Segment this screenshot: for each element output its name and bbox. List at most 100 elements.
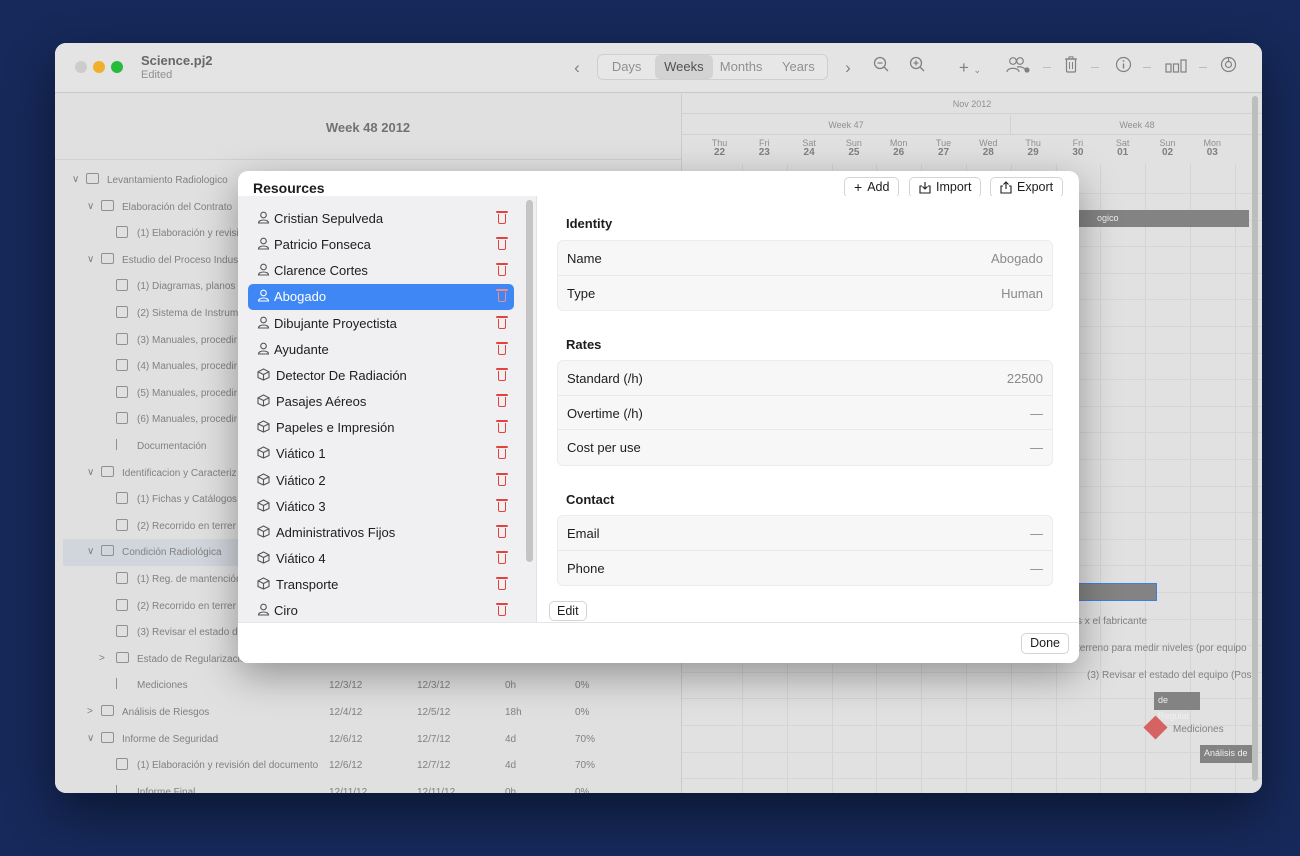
resource-name: Transporte [276, 577, 339, 593]
resource-name: Clarence Cortes [274, 263, 368, 279]
resource-row[interactable]: Viático 4 [248, 546, 514, 572]
delete-resource-icon[interactable] [496, 393, 508, 408]
box-icon [256, 394, 270, 408]
resource-name: Viático 4 [276, 550, 326, 566]
delete-resource-icon[interactable] [496, 315, 508, 330]
delete-resource-icon[interactable] [496, 524, 508, 539]
resource-row[interactable]: Detector De Radiación [248, 363, 514, 389]
person-icon [256, 603, 270, 617]
type-label: Type [567, 285, 596, 301]
resource-name: Papeles e Impresión [276, 420, 395, 436]
box-icon [256, 551, 270, 565]
import-icon [919, 182, 931, 194]
name-label: Name [567, 251, 602, 266]
phone-value: — [1030, 560, 1043, 576]
cost-per-use-label: Cost per use [567, 440, 641, 455]
resource-name: Viático 1 [276, 446, 326, 462]
standard-rate-label: Standard (/h) [567, 371, 643, 386]
resource-row[interactable]: Cristian Sepulveda [248, 206, 514, 232]
resource-row[interactable]: Patricio Fonseca [248, 232, 514, 258]
rates-heading: Rates [566, 337, 602, 352]
import-button[interactable]: Import [909, 177, 982, 198]
phone-label: Phone [567, 560, 605, 576]
person-icon [256, 211, 270, 225]
type-row[interactable]: Type Human [558, 276, 1052, 311]
resources-dialog: Resources + Add Import Export Cristian S… [238, 171, 1079, 663]
overtime-rate-row[interactable]: Overtime (/h) — [558, 396, 1052, 430]
delete-resource-icon[interactable] [496, 288, 508, 303]
export-button[interactable]: Export [990, 177, 1064, 198]
cost-per-use-row[interactable]: Cost per use — [558, 430, 1052, 465]
delete-resource-icon[interactable] [496, 367, 508, 382]
box-icon [256, 368, 270, 382]
resource-row[interactable]: Pasajes Aéreos [248, 389, 514, 415]
delete-resource-icon[interactable] [496, 498, 508, 513]
delete-resource-icon[interactable] [496, 550, 508, 565]
contact-group: Email — Phone — [557, 515, 1053, 586]
resource-detail: Identity Name Abogado Type Human Rates S… [538, 196, 1079, 622]
type-value: Human [1001, 285, 1043, 301]
rates-group: Standard (/h) 22500 Overtime (/h) — Cost… [557, 360, 1053, 466]
person-icon [256, 237, 270, 251]
delete-resource-icon[interactable] [496, 210, 508, 225]
delete-resource-icon[interactable] [496, 419, 508, 434]
import-label: Import [936, 180, 972, 194]
resource-row[interactable]: Viático 2 [248, 468, 514, 494]
plus-icon: + [854, 179, 863, 195]
dialog-title: Resources [253, 180, 325, 196]
dialog-footer: Done [238, 622, 1079, 663]
resource-row[interactable]: Ayudante [248, 337, 514, 363]
resource-row[interactable]: Papeles e Impresión [248, 415, 514, 441]
delete-resource-icon[interactable] [496, 236, 508, 251]
resource-name: Patricio Fonseca [274, 237, 371, 253]
delete-resource-icon[interactable] [496, 262, 508, 277]
resource-name: Pasajes Aéreos [276, 394, 367, 410]
resource-row[interactable]: Abogado [248, 284, 514, 311]
identity-group: Name Abogado Type Human [557, 240, 1053, 311]
email-row[interactable]: Email — [558, 516, 1052, 551]
identity-heading: Identity [566, 216, 613, 231]
resource-row[interactable]: Viático 3 [248, 494, 514, 520]
resource-name: Ciro [274, 603, 298, 619]
standard-rate-row[interactable]: Standard (/h) 22500 [558, 361, 1052, 396]
delete-resource-icon[interactable] [496, 576, 508, 591]
add-label: Add [867, 180, 890, 194]
person-icon [256, 316, 270, 330]
delete-resource-icon[interactable] [496, 341, 508, 356]
resource-name: Abogado [274, 289, 327, 305]
resource-row[interactable]: Dibujante Proyectista [248, 311, 514, 337]
delete-resource-icon[interactable] [496, 472, 508, 487]
export-label: Export [1017, 180, 1054, 194]
resource-row[interactable]: Clarence Cortes [248, 258, 514, 284]
resource-row[interactable]: Ciro [248, 598, 514, 624]
export-icon [1000, 181, 1012, 194]
add-resource-button[interactable]: + Add [844, 177, 900, 198]
phone-row[interactable]: Phone — [558, 551, 1052, 586]
resource-row[interactable]: Transporte [248, 572, 514, 598]
resource-name: Detector De Radiación [276, 367, 407, 383]
resource-name: Cristian Sepulveda [274, 211, 384, 226]
name-row[interactable]: Name Abogado [558, 241, 1052, 276]
person-icon [256, 289, 270, 303]
box-icon [256, 420, 270, 434]
overtime-rate-value: — [1030, 405, 1043, 421]
resource-row[interactable]: Viático 1 [248, 441, 514, 467]
cost-per-use-value: — [1030, 440, 1043, 455]
resource-name: Administrativos Fijos [276, 524, 396, 540]
box-icon [256, 577, 270, 591]
resource-name: Dibujante Proyectista [274, 315, 397, 331]
resource-list-scrollbar[interactable] [526, 200, 533, 562]
email-value: — [1030, 526, 1043, 541]
box-icon [256, 525, 270, 539]
resource-list: Cristian Sepulveda Patricio Fonseca Claren… [238, 196, 537, 622]
person-icon [256, 263, 270, 277]
resource-name: Viático 2 [276, 472, 326, 488]
delete-resource-icon[interactable] [496, 602, 508, 617]
done-button[interactable]: Done [1021, 633, 1069, 654]
resource-row[interactable]: Administrativos Fijos [248, 520, 514, 546]
box-icon [256, 499, 270, 513]
box-icon [256, 446, 270, 460]
contact-heading: Contact [566, 492, 615, 507]
delete-resource-icon[interactable] [496, 445, 508, 460]
edit-button[interactable]: Edit [549, 601, 587, 621]
